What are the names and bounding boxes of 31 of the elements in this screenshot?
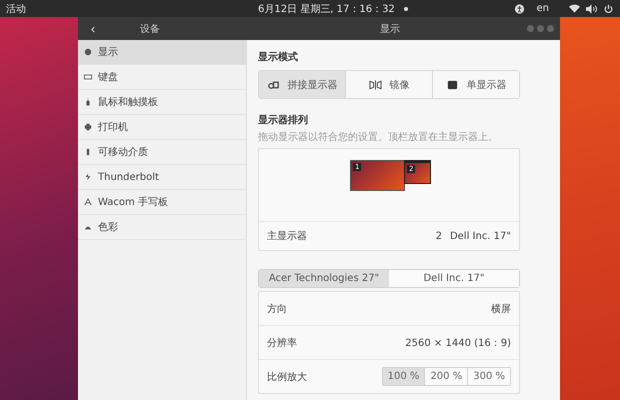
setting-value[interactable]: 横屏 bbox=[491, 302, 511, 316]
primary-display-label: 主显示器 bbox=[267, 230, 307, 243]
setting-label: 比例放大 bbox=[267, 370, 307, 384]
sidebar-item[interactable]: 可移动介质 bbox=[78, 140, 246, 165]
clock[interactable]: 6月12日 星期三, 17：16：32 bbox=[258, 2, 395, 16]
section-heading: 显示器排列 bbox=[258, 114, 309, 127]
sidebar-item[interactable]: 鼠标和触摸板 bbox=[78, 90, 246, 115]
scale-option-button[interactable]: 100 % bbox=[382, 368, 424, 385]
sidebar-item[interactable]: Thunderbolt bbox=[78, 165, 246, 190]
back-button[interactable]: ‹ bbox=[80, 21, 106, 36]
monitor-tab[interactable]: Dell Inc. 17" bbox=[389, 270, 519, 287]
sidebar-item[interactable]: 打印机 bbox=[78, 115, 246, 140]
setting-label: 方向 bbox=[267, 302, 287, 316]
display-mode-button[interactable]: 单显示器 bbox=[432, 71, 519, 98]
monitor-tab[interactable]: Acer Technologies 27" bbox=[259, 270, 389, 287]
input-method-menu[interactable]: en bbox=[536, 3, 549, 14]
sidebar-item[interactable]: Wacom 手写板 bbox=[78, 190, 246, 215]
sidebar-item[interactable]: 色彩 bbox=[78, 215, 246, 240]
activities-button[interactable]: 活动 bbox=[6, 2, 26, 16]
scale-option-button[interactable]: 300 % bbox=[467, 368, 510, 385]
sidebar-item[interactable]: 显示 bbox=[78, 40, 246, 65]
section-heading: 显示模式 bbox=[258, 50, 299, 64]
primary-display-value[interactable]: Dell Inc. 17" bbox=[450, 230, 511, 242]
hint-text: 拖动显示器以符合您的设置。顶栏放置在主显示器上。 bbox=[258, 130, 499, 144]
panel-title: 设备 bbox=[140, 22, 160, 36]
display-mode-button[interactable]: 拼接显示器 bbox=[259, 71, 345, 98]
window-title: 显示 bbox=[380, 22, 400, 36]
sidebar-item[interactable]: 键盘 bbox=[78, 65, 246, 90]
primary-display-number: 2 bbox=[436, 230, 442, 242]
setting-value[interactable]: 2560 × 1440 (16：9) bbox=[405, 336, 511, 350]
setting-label: 分辨率 bbox=[267, 336, 297, 350]
